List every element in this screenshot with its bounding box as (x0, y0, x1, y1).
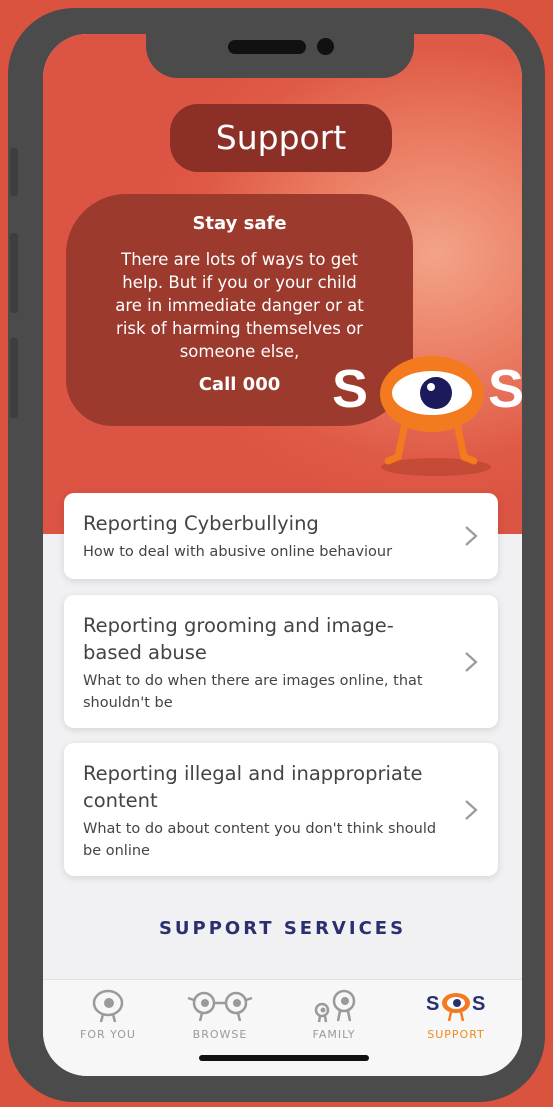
chevron-right-icon (465, 526, 478, 546)
svg-text:S: S (426, 993, 439, 1015)
mute-switch (10, 148, 18, 196)
svg-text:S: S (488, 359, 522, 419)
volume-up-button (10, 233, 18, 313)
chevron-right-icon (465, 652, 478, 672)
sos-mascot-icon: S S (332, 356, 522, 476)
front-camera (317, 38, 334, 55)
card-reporting-grooming[interactable]: Reporting grooming and image-based abuse… (64, 595, 498, 728)
stay-safe-title: Stay safe (192, 213, 287, 234)
tab-label: BROWSE (192, 1028, 248, 1041)
speaker-grille (228, 40, 306, 54)
card-reporting-illegal-content[interactable]: Reporting illegal and inappropriate cont… (64, 743, 498, 876)
single-eye-icon (92, 989, 124, 1023)
tab-support[interactable]: S S SUPPORT (401, 980, 511, 1055)
tab-browse[interactable]: BROWSE (165, 980, 275, 1055)
chevron-right-icon (465, 800, 478, 820)
glasses-eyes-icon (187, 991, 253, 1022)
card-title: Reporting illegal and inappropriate cont… (83, 762, 423, 812)
page-title: Support (170, 104, 392, 172)
tab-label: SUPPORT (427, 1028, 485, 1041)
sos-icon: S S (426, 993, 485, 1022)
app-screen: Support Stay safe There are lots of ways… (43, 34, 522, 1076)
stay-safe-body: There are lots of ways to get help. But … (115, 250, 364, 361)
card-title: Reporting Cyberbullying (83, 512, 319, 535)
card-subtitle: What to do about content you don't think… (83, 821, 437, 859)
family-eyes-icon (314, 989, 356, 1023)
card-title: Reporting grooming and image-based abuse (83, 614, 394, 664)
tab-label: FOR YOU (80, 1028, 136, 1041)
home-indicator[interactable] (199, 1055, 369, 1061)
tab-label: FAMILY (312, 1028, 356, 1041)
svg-text:S: S (472, 993, 485, 1015)
card-reporting-cyberbullying[interactable]: Reporting Cyberbullying How to deal with… (64, 493, 498, 579)
volume-down-button (10, 338, 18, 418)
card-subtitle: How to deal with abusive online behaviou… (83, 544, 393, 560)
support-services-link[interactable]: SUPPORT SERVICES (43, 918, 522, 939)
tab-for-you[interactable]: FOR YOU (53, 980, 163, 1055)
svg-text:S: S (332, 359, 368, 419)
bottom-tab-bar: FOR YOU BROWSE FAMILY S S SUPPORT (43, 979, 522, 1076)
tab-family[interactable]: FAMILY (279, 980, 389, 1055)
card-subtitle: What to do when there are images online,… (83, 673, 423, 711)
